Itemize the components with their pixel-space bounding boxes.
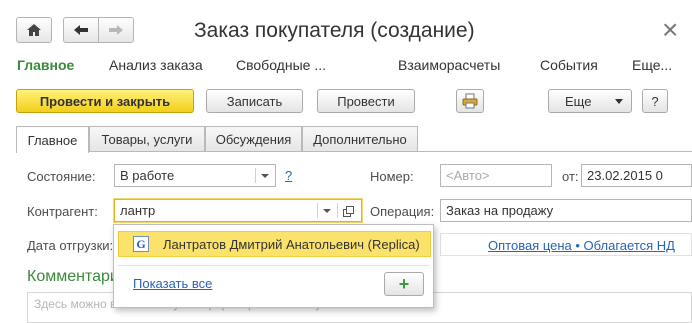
window-title: Заказ покупателя (создание) xyxy=(194,19,475,42)
chevron-down-icon xyxy=(615,99,623,104)
operation-field[interactable]: Заказ на продажу xyxy=(440,199,692,222)
arrow-left-icon xyxy=(74,25,88,35)
chevron-down-icon[interactable] xyxy=(261,174,269,178)
shipment-date-label: Дата отгрузки: xyxy=(27,238,114,253)
date-field[interactable]: 23.02.2015 0 xyxy=(581,164,692,187)
chevron-down-icon[interactable] xyxy=(323,209,331,213)
add-counterparty-button[interactable]: + xyxy=(384,272,424,296)
tab-goods-services[interactable]: Товары, услуги xyxy=(89,126,205,152)
save-button[interactable]: Записать xyxy=(206,89,303,113)
post-button[interactable]: Провести xyxy=(317,89,415,113)
forward-button[interactable] xyxy=(98,17,134,43)
print-icon xyxy=(462,93,478,109)
post-and-close-button[interactable]: Провести и закрыть xyxy=(16,89,194,113)
tab-main[interactable]: Главное xyxy=(16,126,89,153)
section-main[interactable]: Главное xyxy=(17,57,74,73)
tabs-divider xyxy=(16,151,692,152)
dropdown-divider xyxy=(337,203,338,218)
tab-additional[interactable]: Дополнительно xyxy=(302,126,418,152)
counterparty-label: Контрагент: xyxy=(27,204,98,219)
section-more[interactable]: Еще... xyxy=(632,57,672,73)
status-select[interactable]: В работе xyxy=(114,164,276,187)
number-label: Номер: xyxy=(370,169,414,184)
status-help-link[interactable]: ? xyxy=(285,168,292,183)
home-button[interactable] xyxy=(16,17,52,43)
operation-label: Операция: xyxy=(370,204,435,219)
popup-divider xyxy=(118,265,429,266)
status-value: В работе xyxy=(120,168,175,183)
section-settlements[interactable]: Взаиморасчеты xyxy=(398,57,500,73)
print-button[interactable] xyxy=(456,89,484,113)
back-button[interactable] xyxy=(63,17,99,43)
plus-icon: + xyxy=(398,274,410,294)
autocomplete-popup: G Лантратов Дмитрий Анатольевич (Replica… xyxy=(113,224,434,308)
home-icon xyxy=(27,24,41,36)
more-actions-button[interactable]: Еще xyxy=(548,89,632,113)
more-actions-label: Еще xyxy=(565,93,592,109)
dropdown-divider xyxy=(317,203,318,218)
autocomplete-item[interactable]: G Лантратов Дмитрий Анатольевич (Replica… xyxy=(118,231,431,257)
tab-discussions[interactable]: Обсуждения xyxy=(205,126,302,152)
section-events[interactable]: События xyxy=(540,57,598,73)
price-terms-link[interactable]: Оптовая цена • Облагается НД xyxy=(488,238,675,253)
autocomplete-item-text: Лантратов Дмитрий Анатольевич (Replica) xyxy=(163,236,420,252)
show-all-link[interactable]: Показать все xyxy=(133,276,212,291)
date-label: от: xyxy=(562,169,579,184)
arrow-right-icon xyxy=(109,25,123,35)
counterparty-value: лантр xyxy=(120,203,156,218)
section-free[interactable]: Свободные ... xyxy=(236,57,326,73)
dropdown-divider xyxy=(255,168,256,183)
help-button[interactable]: ? xyxy=(642,89,668,113)
counterparty-icon: G xyxy=(133,236,149,252)
status-label: Состояние: xyxy=(27,169,96,184)
section-order-analysis[interactable]: Анализ заказа xyxy=(109,57,203,73)
number-field[interactable]: <Авто> xyxy=(440,164,552,187)
open-form-icon[interactable] xyxy=(343,205,354,220)
counterparty-input[interactable]: лантр xyxy=(114,199,362,222)
close-icon[interactable]: × xyxy=(662,16,678,44)
